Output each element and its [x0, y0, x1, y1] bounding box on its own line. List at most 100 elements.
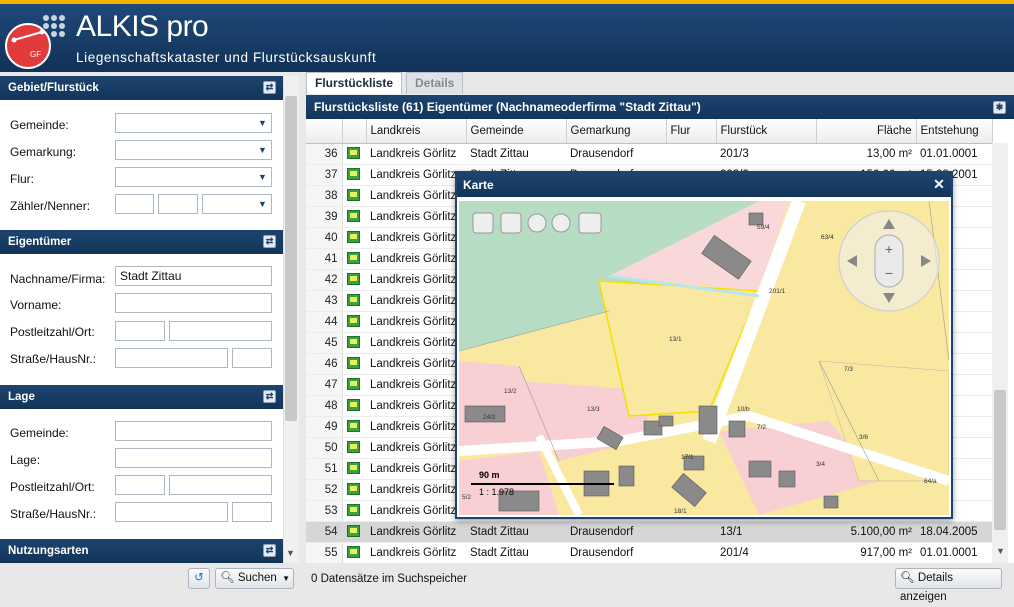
parcel-map-icon[interactable]: [346, 147, 360, 160]
gemarkung-select[interactable]: ▼: [115, 140, 272, 160]
cell-landkreis: Landkreis Görlitz: [366, 185, 466, 207]
section-eigentuemer-header[interactable]: Eigentümer ⇄: [0, 230, 284, 254]
map-window-titlebar[interactable]: Karte ✕: [457, 173, 951, 197]
chevron-down-icon[interactable]: ▼: [256, 171, 269, 183]
nenner-field[interactable]: [158, 194, 198, 214]
parcel-map-icon[interactable]: [346, 504, 360, 517]
measure-icon[interactable]: [578, 212, 602, 234]
table-row[interactable]: 55 Landkreis Görlitz Stadt Zittau Drausendo…: [306, 542, 992, 563]
parcel-label: 3/4: [816, 461, 825, 468]
parcel-map-icon[interactable]: [346, 336, 360, 349]
lage-plz-field[interactable]: [115, 475, 165, 495]
hausnr-field[interactable]: [232, 348, 272, 368]
col-header[interactable]: Fläche: [816, 119, 917, 144]
lage-field[interactable]: [115, 448, 272, 468]
parcel-map-icon[interactable]: [346, 357, 360, 370]
search-button[interactable]: 🔍︎ Suchen ▼: [215, 568, 294, 589]
col-header[interactable]: Flurstück: [716, 119, 817, 144]
table-row[interactable]: 36 Landkreis Görlitz Stadt Zittau Drausendo…: [306, 143, 992, 165]
chevron-down-icon[interactable]: ▼: [256, 198, 269, 210]
flurstueck-select[interactable]: ▼: [202, 194, 272, 214]
parcel-map-icon[interactable]: [346, 420, 360, 433]
settings-icon[interactable]: ✱: [993, 101, 1006, 114]
lage-ort-field[interactable]: [169, 475, 272, 495]
globe-icon[interactable]: [472, 212, 494, 234]
map-zoom-out-icon[interactable]: −: [885, 265, 893, 281]
row-number: 44: [306, 311, 343, 333]
collapse-icon[interactable]: ⇄: [263, 235, 276, 248]
label-plz: Postleitzahl/Ort:: [10, 325, 95, 339]
magnifier-icon: 🔍︎: [220, 572, 235, 584]
nachname-field[interactable]: Stadt Zittau: [115, 266, 272, 286]
parcel-map-icon[interactable]: [346, 294, 360, 307]
details-button[interactable]: 🔍︎ Details anzeigen: [895, 568, 1002, 603]
dropdown-arrow-icon[interactable]: ▼: [282, 569, 290, 588]
pan-icon[interactable]: [500, 212, 522, 234]
parcel-map-icon[interactable]: [346, 210, 360, 223]
cell-gemarkung: Drausendorf: [566, 542, 666, 563]
parcel-map-icon[interactable]: [346, 231, 360, 244]
parcel-map-icon[interactable]: [346, 189, 360, 202]
search-panel: Gebiet/Flurstück ⇄ Gemeinde: ▼ Gemarkung:…: [0, 76, 299, 563]
parcel-map-icon[interactable]: [346, 273, 360, 286]
tab-details[interactable]: Details: [406, 72, 464, 94]
parcel-map-icon[interactable]: [346, 315, 360, 328]
grid-scrollbar-thumb[interactable]: [994, 390, 1006, 530]
chevron-down-icon[interactable]: ▼: [256, 144, 269, 156]
lage-gemeinde-field[interactable]: [115, 421, 272, 441]
lage-hausnr-field[interactable]: [232, 502, 272, 522]
col-header[interactable]: Gemarkung: [566, 119, 667, 144]
col-header[interactable]: Landkreis: [366, 119, 467, 144]
vorname-field[interactable]: [115, 293, 272, 313]
lage-strasse-field[interactable]: [115, 502, 228, 522]
map-zoom-in-icon[interactable]: +: [885, 241, 893, 257]
chevron-down-icon[interactable]: ▼: [256, 117, 269, 129]
parcel-map-icon[interactable]: [346, 441, 360, 454]
parcel-map-icon[interactable]: [346, 399, 360, 412]
section-lage-header[interactable]: Lage ⇄: [0, 385, 284, 409]
parcel-map-icon[interactable]: [346, 168, 360, 181]
parcel-map-icon[interactable]: [346, 252, 360, 265]
section-nutzungsarten-header[interactable]: Nutzungsarten ⇄: [0, 539, 284, 563]
cell-flur: [666, 542, 716, 563]
map-window[interactable]: Karte ✕ 59/4 63/4 201/1 13/1 7/3 13/2 13…: [455, 171, 953, 519]
cell-icon: [342, 521, 366, 543]
ort-field[interactable]: [169, 321, 272, 341]
parcel-map-icon[interactable]: [346, 483, 360, 496]
gemeinde-select[interactable]: ▼: [115, 113, 272, 133]
scroll-down-icon[interactable]: ▼: [286, 548, 295, 558]
collapse-icon[interactable]: ⇄: [263, 544, 276, 557]
parcel-map-icon[interactable]: [346, 462, 360, 475]
label-zaehler: Zähler/Nenner:: [10, 199, 91, 213]
cell-flur: [666, 143, 716, 165]
zoom-in-icon[interactable]: [527, 213, 547, 233]
strasse-field[interactable]: [115, 348, 228, 368]
label-gemarkung: Gemarkung:: [10, 145, 77, 159]
col-header[interactable]: Gemeinde: [466, 119, 567, 144]
cell-gemeinde: Stadt Zittau: [466, 521, 566, 543]
map-canvas[interactable]: 59/4 63/4 201/1 13/1 7/3 13/2 13/3 3/6 10/b 7/2 17…: [459, 201, 949, 515]
parcel-map-icon[interactable]: [346, 546, 360, 559]
zoom-out-icon[interactable]: [551, 213, 571, 233]
label-vorname: Vorname:: [10, 298, 62, 312]
col-header[interactable]: Flur: [666, 119, 717, 144]
scroll-down-icon[interactable]: ▼: [996, 546, 1005, 556]
col-header[interactable]: Entstehung: [916, 119, 993, 144]
reset-button[interactable]: ↺: [188, 568, 210, 589]
left-scrollbar-thumb[interactable]: [285, 96, 297, 421]
plz-field[interactable]: [115, 321, 165, 341]
table-row[interactable]: 54 Landkreis Görlitz Stadt Zittau Drausendo…: [306, 521, 992, 543]
tab-flurstueckliste[interactable]: Flurstückliste: [306, 72, 403, 94]
parcel-map-icon[interactable]: [346, 525, 360, 538]
collapse-icon[interactable]: ⇄: [263, 390, 276, 403]
parcel-map-icon[interactable]: [346, 378, 360, 391]
cell-landkreis: Landkreis Görlitz: [366, 290, 466, 312]
map-window-title: Karte: [463, 178, 494, 192]
collapse-icon[interactable]: ⇄: [263, 81, 276, 94]
row-number: 46: [306, 353, 343, 375]
section-gebiet-header[interactable]: Gebiet/Flurstück ⇄: [0, 76, 284, 100]
row-number: 54: [306, 521, 343, 543]
flur-select[interactable]: ▼: [115, 167, 272, 187]
zaehler-field[interactable]: [115, 194, 154, 214]
close-icon[interactable]: ✕: [932, 177, 946, 191]
